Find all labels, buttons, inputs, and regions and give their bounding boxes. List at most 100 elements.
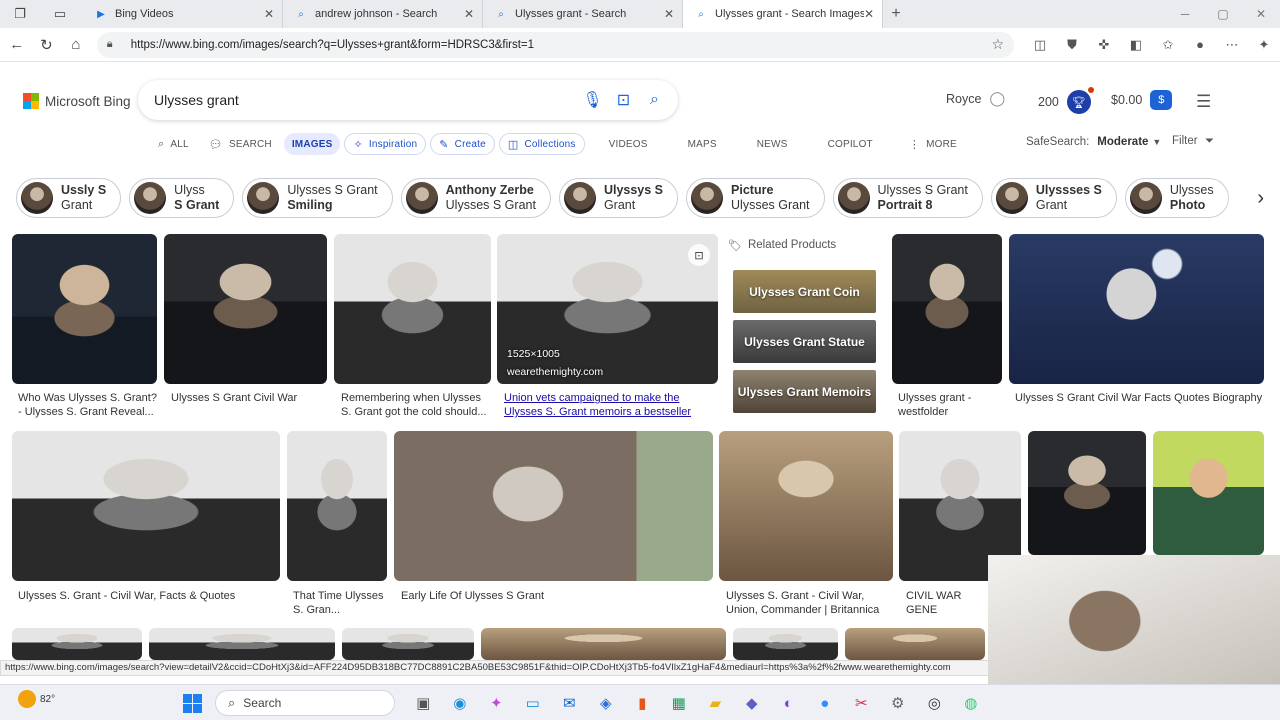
taskbar-search[interactable]: ⌕ Search <box>215 690 395 716</box>
app-icon[interactable]: ◈ <box>588 691 625 715</box>
new-tab-icon[interactable]: + <box>883 0 909 28</box>
tab-bing-videos[interactable]: ▶ Bing Videos ✕ <box>83 0 283 28</box>
settings-icon[interactable]: ⚙ <box>880 691 917 715</box>
safesearch[interactable]: SafeSearch: Moderate ▼ <box>1026 136 1161 148</box>
image-result[interactable] <box>1153 431 1264 555</box>
tab-ulysses-grant-search[interactable]: ⌕ Ulysses grant - Search ✕ <box>483 0 683 28</box>
back-icon[interactable]: ← <box>2 30 32 60</box>
image-caption[interactable]: Ulysses S Grant Civil War Facts Quotes B… <box>1015 391 1264 405</box>
filter-button[interactable]: Filter ⏷ <box>1172 135 1214 148</box>
close-tab-icon[interactable]: ✕ <box>464 7 474 21</box>
image-result[interactable] <box>845 628 985 660</box>
teams-icon[interactable]: ◆ <box>734 691 771 715</box>
image-result[interactable] <box>1028 431 1146 555</box>
shield-icon[interactable]: ⛊ <box>1056 31 1088 59</box>
close-window-icon[interactable]: ✕ <box>1242 0 1280 28</box>
related-chip[interactable]: Ulyssys S Grant <box>558 178 679 218</box>
image-result[interactable] <box>12 431 280 581</box>
bing-logo[interactable]: Microsoft Bing <box>23 93 131 109</box>
image-result[interactable] <box>164 234 327 384</box>
zoom-icon[interactable]: ● <box>807 691 844 715</box>
rewards[interactable]: 200 🏆︎ <box>1038 87 1094 114</box>
badge-app-icon[interactable]: ◐ <box>770 691 807 715</box>
related-product-item[interactable]: Ulysses Grant Memoirs <box>733 370 876 413</box>
search-icon[interactable]: ⌕ <box>639 91 670 109</box>
image-caption[interactable]: Ulysses S Grant Civil War <box>171 391 326 405</box>
close-tab-icon[interactable]: ✕ <box>664 7 674 21</box>
image-result[interactable] <box>481 628 726 660</box>
scope-videos[interactable]: VIDEOS <box>601 133 656 155</box>
image-result[interactable] <box>733 628 838 660</box>
image-caption[interactable]: Early Life Of Ulysses S Grant <box>401 589 701 603</box>
image-caption[interactable]: Ulysses S. Grant - Civil War, Union, Com… <box>726 589 892 617</box>
image-result[interactable] <box>892 234 1002 384</box>
image-result[interactable] <box>12 628 142 660</box>
extension-icon[interactable]: ◫ <box>1024 31 1056 59</box>
hamburger-menu-icon[interactable]: ☰ <box>1196 92 1216 112</box>
visual-search-icon[interactable]: ⊡ <box>688 244 710 266</box>
office-icon[interactable]: ▮ <box>624 691 661 715</box>
scope-maps[interactable]: MAPS <box>680 133 725 155</box>
more-menu-icon[interactable]: ⋯ <box>1216 31 1248 59</box>
related-chip[interactable]: Ulysses Photo <box>1124 178 1229 218</box>
home-icon[interactable]: ⌂ <box>61 30 91 60</box>
related-chip[interactable]: Ulyss S Grant <box>129 178 235 218</box>
related-chip[interactable]: Anthony Zerbe Ulysses S Grant <box>400 178 551 218</box>
scope-search[interactable]: 💬︎ SEARCH <box>201 133 280 155</box>
image-result[interactable] <box>719 431 893 581</box>
image-caption[interactable]: Remembering when Ulysses S. Grant got th… <box>341 391 489 419</box>
related-chip[interactable]: Ussly S Grant <box>16 178 122 218</box>
copilot-icon[interactable]: ✦ <box>1248 31 1280 59</box>
tab-actions-icon[interactable]: ▭ <box>51 5 69 23</box>
task-view-icon[interactable]: ▣ <box>405 691 442 715</box>
split-screen-icon[interactable]: ◧ <box>1120 31 1152 59</box>
scope-all[interactable]: ⌕ ALL <box>150 133 197 155</box>
snipping-icon[interactable]: ✂ <box>843 691 880 715</box>
account-area[interactable]: Royce ◯ <box>946 90 1005 107</box>
image-caption[interactable]: Ulysses grant - westfolder <box>898 391 1002 419</box>
edge-icon[interactable]: ◉ <box>442 691 479 715</box>
image-result[interactable] <box>149 628 335 660</box>
image-result[interactable] <box>342 628 474 660</box>
copilot-icon[interactable]: ✦ <box>478 691 515 715</box>
scope-more[interactable]: ⋮ MORE <box>901 133 965 155</box>
puzzle-icon[interactable]: ✜ <box>1088 31 1120 59</box>
favorite-star-icon[interactable]: ☆ <box>991 36 1004 53</box>
related-chip[interactable]: Ulyssses S Grant <box>990 178 1117 218</box>
scope-inspiration[interactable]: ✧ Inspiration <box>344 133 427 155</box>
desktop-icon[interactable]: ▭ <box>515 691 552 715</box>
image-caption[interactable]: Union vets campaigned to make the Ulysse… <box>504 391 714 419</box>
minimize-icon[interactable]: ─ <box>1166 0 1204 28</box>
image-caption[interactable]: Who Was Ulysses S. Grant? - Ulysses S. G… <box>18 391 158 419</box>
image-result[interactable] <box>287 431 387 581</box>
image-result[interactable] <box>1009 234 1264 384</box>
image-result[interactable] <box>334 234 491 384</box>
image-source[interactable]: wearethemighty.com <box>507 366 603 378</box>
search-box[interactable]: Ulysses grant 🎙︎ ⊡ ⌕ <box>138 80 678 120</box>
related-product-item[interactable]: Ulysses Grant Coin <box>733 270 876 313</box>
image-caption[interactable]: CIVIL WAR GENE ULYSSES S. GRA <box>906 589 990 617</box>
visual-search-icon[interactable]: ⊡ <box>608 90 639 110</box>
refresh-icon[interactable]: ↻ <box>32 30 62 60</box>
related-chip[interactable]: Ulysses S Grant Smiling <box>242 178 393 218</box>
calculator-icon[interactable]: ▦ <box>661 691 698 715</box>
favorites-icon[interactable]: ✩ <box>1152 31 1184 59</box>
wallet[interactable]: $0.00 $ <box>1111 90 1173 110</box>
tab-andrew-johnson[interactable]: ⌕ andrew johnson - Search ✕ <box>283 0 483 28</box>
maximize-icon[interactable]: ▢ <box>1204 0 1242 28</box>
image-caption[interactable]: That Time Ulysses S. Gran... <box>293 589 388 617</box>
start-button[interactable] <box>183 694 202 713</box>
related-product-item[interactable]: Ulysses Grant Statue <box>733 320 876 363</box>
close-tab-icon[interactable]: ✕ <box>264 7 274 21</box>
image-result[interactable] <box>394 431 713 581</box>
avatar[interactable]: ● <box>1184 31 1216 59</box>
related-chip[interactable]: Ulysses S Grant Portrait 8 <box>832 178 983 218</box>
scope-collections[interactable]: ◫ Collections <box>498 133 585 155</box>
microphone-icon[interactable]: 🎙︎ <box>577 90 608 110</box>
image-caption[interactable]: Ulysses S. Grant - Civil War, Facts & Qu… <box>18 589 280 603</box>
workspaces-icon[interactable]: ❐ <box>11 5 29 23</box>
folder-icon[interactable]: ▰ <box>697 691 734 715</box>
image-result[interactable] <box>12 234 157 384</box>
weather-widget[interactable]: 82° <box>18 690 55 708</box>
outlook-icon[interactable]: ✉ <box>551 691 588 715</box>
